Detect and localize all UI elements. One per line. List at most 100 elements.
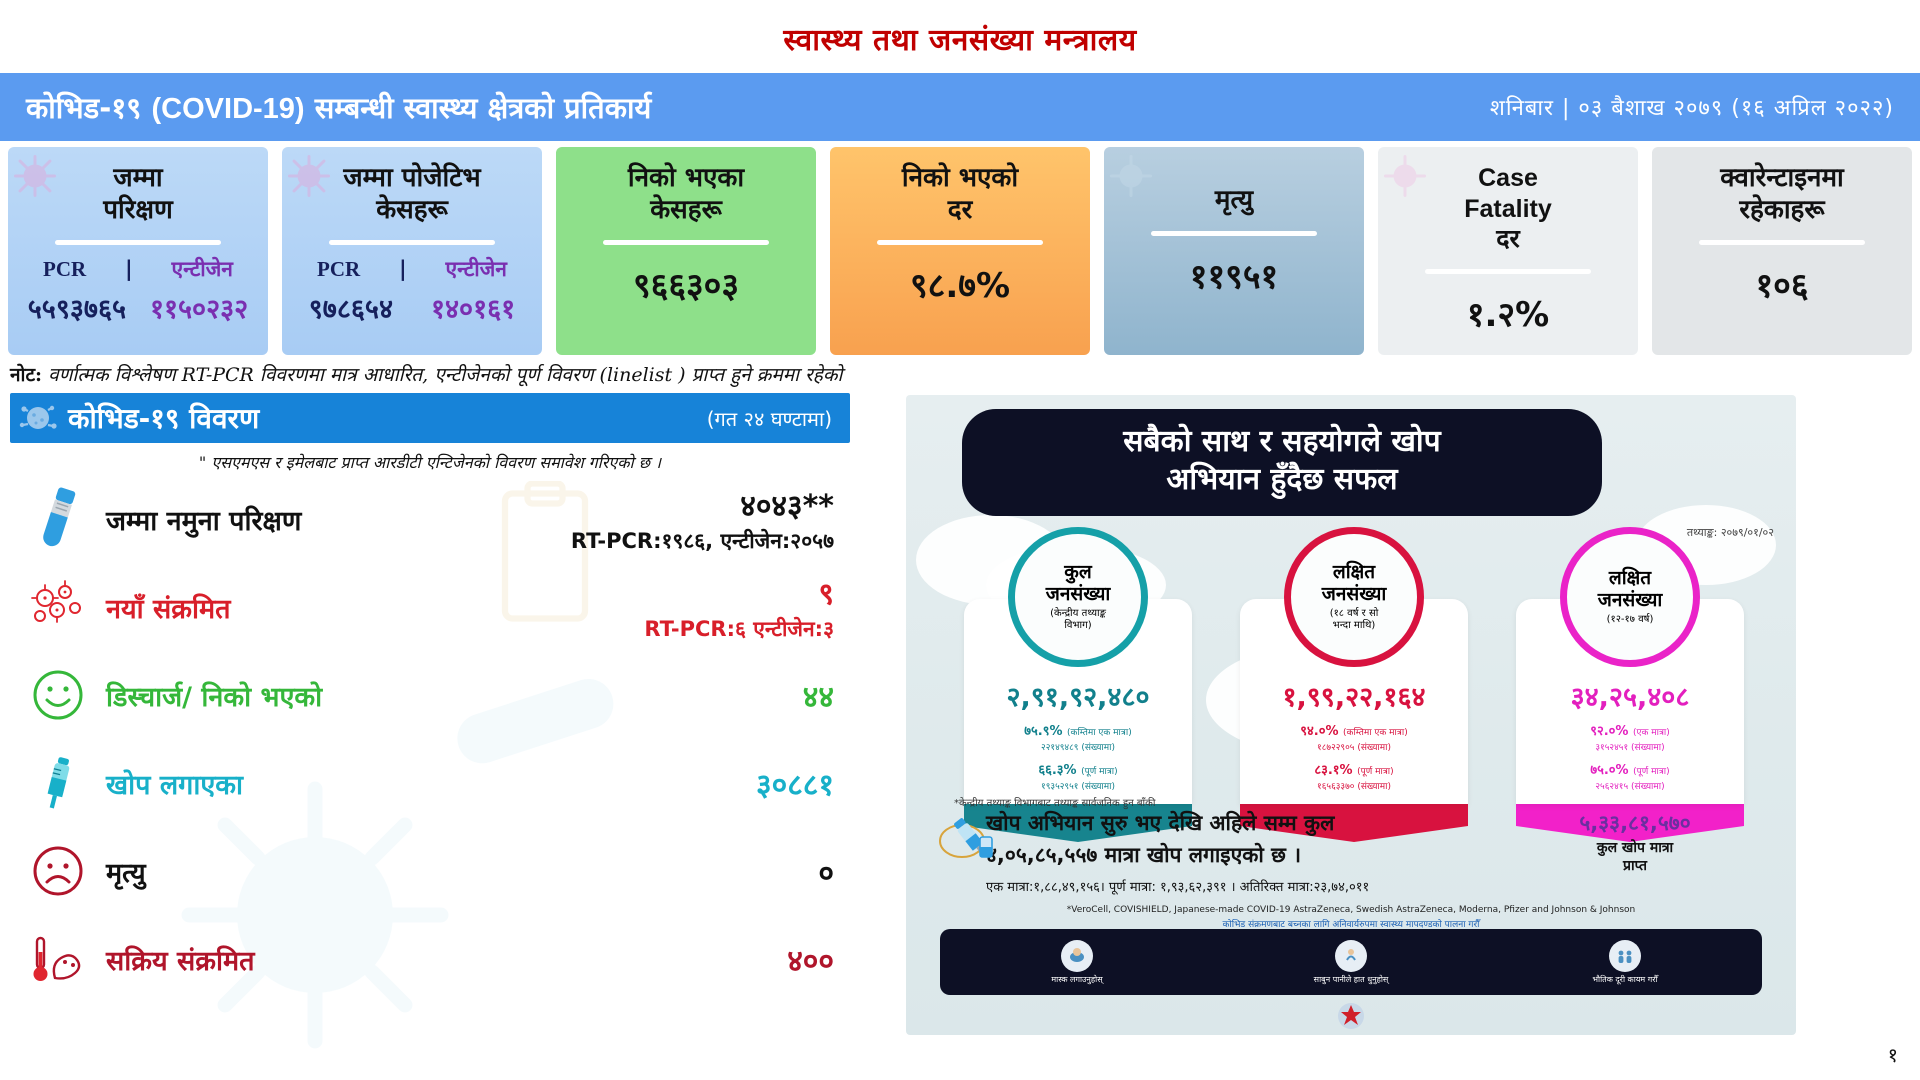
row-label: जम्मा नमुना परिक्षण — [106, 505, 302, 537]
row-icon-cell — [10, 485, 106, 553]
campaign-left: खोप अभियान सुरु भए देखि अहिले सम्म कुल ४… — [930, 809, 1490, 895]
row-value: ९ — [818, 576, 834, 612]
stat-card-quarantine[interactable]: क्वारेन्टाइनमा रहेकाहरू १०६ — [1652, 147, 1912, 355]
campaign-line3: एक मात्रा:१,८८,४९,१५६। पूर्ण मात्रा: १,९… — [986, 880, 1370, 895]
vaccination-poster: सबैको साथ र सहयोगले खोप अभियान हुँदैछ सफ… — [906, 395, 1796, 1035]
prevention-item: भौतिक दूरी कायम गरौँ — [1488, 929, 1762, 995]
smiley-icon — [33, 670, 83, 720]
bubble-pct2-row: ८३.१% (पूर्ण मात्रा) — [1240, 760, 1468, 778]
card-divider — [1424, 268, 1592, 274]
prevention-item: मास्क लगाउनुहोस् — [940, 929, 1214, 995]
header-band: कोभिड-१९ (COVID-19) सम्बन्धी स्वास्थ्य क… — [0, 73, 1920, 141]
stat-card-recovered[interactable]: निको भएका केसहरू ९६६३०३ — [556, 147, 816, 355]
virus-icon — [19, 405, 57, 429]
row-subvalue: RT-PCR:१९८६, एन्टीजेन:२०५७ — [570, 528, 834, 553]
poster-disclaimer-line1: *VeroCell, COVISHIELD, Japanese-made COV… — [1066, 905, 1636, 915]
card-divider — [602, 240, 770, 246]
value-antigen: १४०१६१ — [430, 294, 516, 326]
bubble-count2: १९३५२९५१ (संख्यामा) — [1041, 782, 1115, 792]
campaign-total-doses-number: ५,३३,८१,५७० — [1579, 811, 1691, 835]
detail-row-deaths: मृत्यु ० — [10, 827, 850, 915]
note-prefix: नोट: — [10, 364, 43, 386]
card-divider — [328, 240, 496, 246]
prevention-item-label: मास्क लगाउनुहोस् — [1051, 974, 1103, 984]
bubble-pct1: ९२.०% — [1590, 724, 1629, 739]
bubble-title-line1: लक्षित — [1332, 561, 1376, 584]
stat-card-recovery-rate[interactable]: निको भएको दर ९८.७% — [830, 147, 1090, 355]
stat-card-total-tests[interactable]: जम्मा परिक्षण PCR | एन्टीजेन ५५९३७६५ ११५… — [8, 147, 268, 355]
row-icon-cell — [10, 753, 106, 813]
campaign-summary: खोप अभियान सुरु भए देखि अहिले सम्म कुल ४… — [930, 809, 1780, 895]
detail-row-total-samples: जम्मा नमुना परिक्षण ४०४३** RT-PCR:१९८६, … — [10, 475, 850, 563]
stat-card-title-line1: निको भएका — [627, 163, 745, 193]
poster-ministry-footer: नेपाल सरकार स्वास्थ्य तथा जनसंख्या मन्त्… — [906, 1001, 1796, 1035]
bubble-pct2-row: ६६.३% (पूर्ण मात्रा) — [964, 760, 1192, 778]
stat-card-title-line1: निको भएको — [901, 163, 1019, 193]
card-divider — [54, 240, 222, 246]
main-area: कोभिड-१९ विवरण (गत २४ घण्टामा) " एसएमएस … — [0, 389, 1920, 1049]
note-text: वर्णात्मक विश्लेषण RT-PCR विवरणमा मात्र … — [48, 364, 843, 386]
bubble-pct1-label: (एक मात्रा) — [1632, 728, 1670, 738]
card-sublabels: PCR | एन्टीजेन — [298, 255, 527, 283]
bubble-title-line1: कुल — [1064, 561, 1092, 584]
header-title-np2: सम्बन्धी स्वास्थ्य क्षेत्रको प्रतिकार्य — [314, 90, 652, 125]
card-divider — [876, 240, 1044, 246]
stat-card-value: १.२% — [1466, 294, 1550, 335]
campaign-total-doses-label-l2: प्राप्त — [1623, 857, 1647, 874]
stat-card-total-positive[interactable]: जम्मा पोजेटिभ केसहरू PCR | एन्टीजेन ९७८६… — [282, 147, 542, 355]
bubble-number: २,९१,९२,४८० — [1006, 682, 1150, 713]
syringe-icon — [47, 757, 70, 809]
bubble-title: कुल जनसंख्या — [1046, 562, 1111, 605]
row-label: सक्रिय संक्रमित — [106, 945, 255, 977]
bubble-subtitle: (केन्द्रीय तथ्याङ्क विभाग) — [1050, 608, 1106, 632]
row-value: ४०४३** — [740, 488, 834, 524]
bubble-ring: लक्षित जनसंख्या (१८ वर्ष र सो भन्दा माथि… — [1284, 527, 1424, 667]
row-value: ० — [818, 855, 834, 891]
row-label: खोप लगाएका — [106, 769, 243, 801]
bubble-count1: ३१५२४५१ (संख्यामा) — [1595, 743, 1665, 753]
campaign-total-doses-label-l1: कुल खोप मात्रा — [1596, 840, 1674, 856]
test-tube-icon — [43, 487, 76, 547]
bubble-pct1: ९४.०% — [1300, 724, 1339, 739]
detail-row-new-infections: नयाँ संक्रमित ९ RT-PCR:६ एन्टीजेन:३ — [10, 563, 850, 651]
detail-row-vaccinated: खोप लगाएका ३०८८१ — [10, 739, 850, 827]
row-value: ४०० — [787, 943, 834, 979]
row-subvalue: RT-PCR:६ एन्टीजेन:३ — [644, 616, 834, 641]
stat-card-title: निको भएका केसहरू — [622, 163, 750, 226]
bubble-pct1-row: ७५.९% (कम्तिमा एक मात्रा) — [964, 721, 1192, 739]
detail-row-discharged: डिस्चार्ज/ निको भएको ४४ — [10, 651, 850, 739]
stat-card-title: जम्मा परिक्षण — [97, 163, 179, 226]
row-label: मृत्यु — [106, 857, 146, 889]
bubble-pct2-row: ७५.०% (पूर्ण मात्रा) — [1516, 760, 1744, 778]
bubble-subtitle-line1: (१२-१७ वर्ष) — [1606, 613, 1654, 625]
card-values: ५५९३७६५ ११५०२३२ — [16, 289, 260, 326]
stat-card-title-line1: जम्मा — [113, 163, 163, 193]
bubble-pct1-row: ९४.०% (कम्तिमा एक मात्रा) — [1240, 721, 1468, 739]
bubble-number: ३४,२५,४०८ — [1570, 682, 1690, 713]
stat-card-title: मृत्यु — [1209, 185, 1259, 217]
bubble-subtitle-line2: विभाग) — [1064, 619, 1092, 631]
row-icon-cell — [10, 844, 106, 898]
label-antigen: एन्टीजेन — [171, 257, 233, 282]
label-separator: | — [399, 257, 407, 282]
stat-card-case-fatality-rate[interactable]: Case Fatality दर १.२% — [1378, 147, 1638, 355]
virus-icon — [287, 154, 331, 198]
bubble-subtitle: (१८ वर्ष र सो भन्दा माथि) — [1330, 608, 1379, 632]
virus-icon — [13, 154, 57, 198]
bubble-pct1-label: (कम्तिमा एक मात्रा) — [1067, 728, 1132, 738]
note-line: नोट: वर्णात्मक विश्लेषण RT-PCR विवरणमा म… — [0, 355, 1920, 389]
row-value-cell: ४४ — [550, 675, 850, 716]
detail-row-active-cases: सक्रिय संक्रमित ४०० — [10, 915, 850, 1003]
prevention-item: साबुन पानीले हात धुनुहोस् — [1214, 929, 1488, 995]
handwash-icon — [1335, 939, 1367, 972]
row-icon-cell — [10, 932, 106, 986]
row-value: ४४ — [802, 679, 834, 715]
stat-card-title: क्वारेन्टाइनमा रहेकाहरू — [1714, 163, 1849, 226]
prevention-strip: मास्क लगाउनुहोस् साबुन पानीले हात धुनुहो… — [940, 929, 1762, 995]
stat-card-deaths[interactable]: मृत्यु ११९५१ — [1104, 147, 1364, 355]
value-pcr: ९७८६५४ — [308, 294, 394, 326]
card-sublabels: PCR | एन्टीजेन — [24, 255, 253, 283]
poster-date-label: तथ्याङ्क: २०७९/०१/०२ — [1686, 526, 1774, 539]
stat-card-title-line2: दर — [947, 194, 973, 225]
bubble-count2: १६५६३३७० (संख्यामा) — [1317, 782, 1391, 792]
